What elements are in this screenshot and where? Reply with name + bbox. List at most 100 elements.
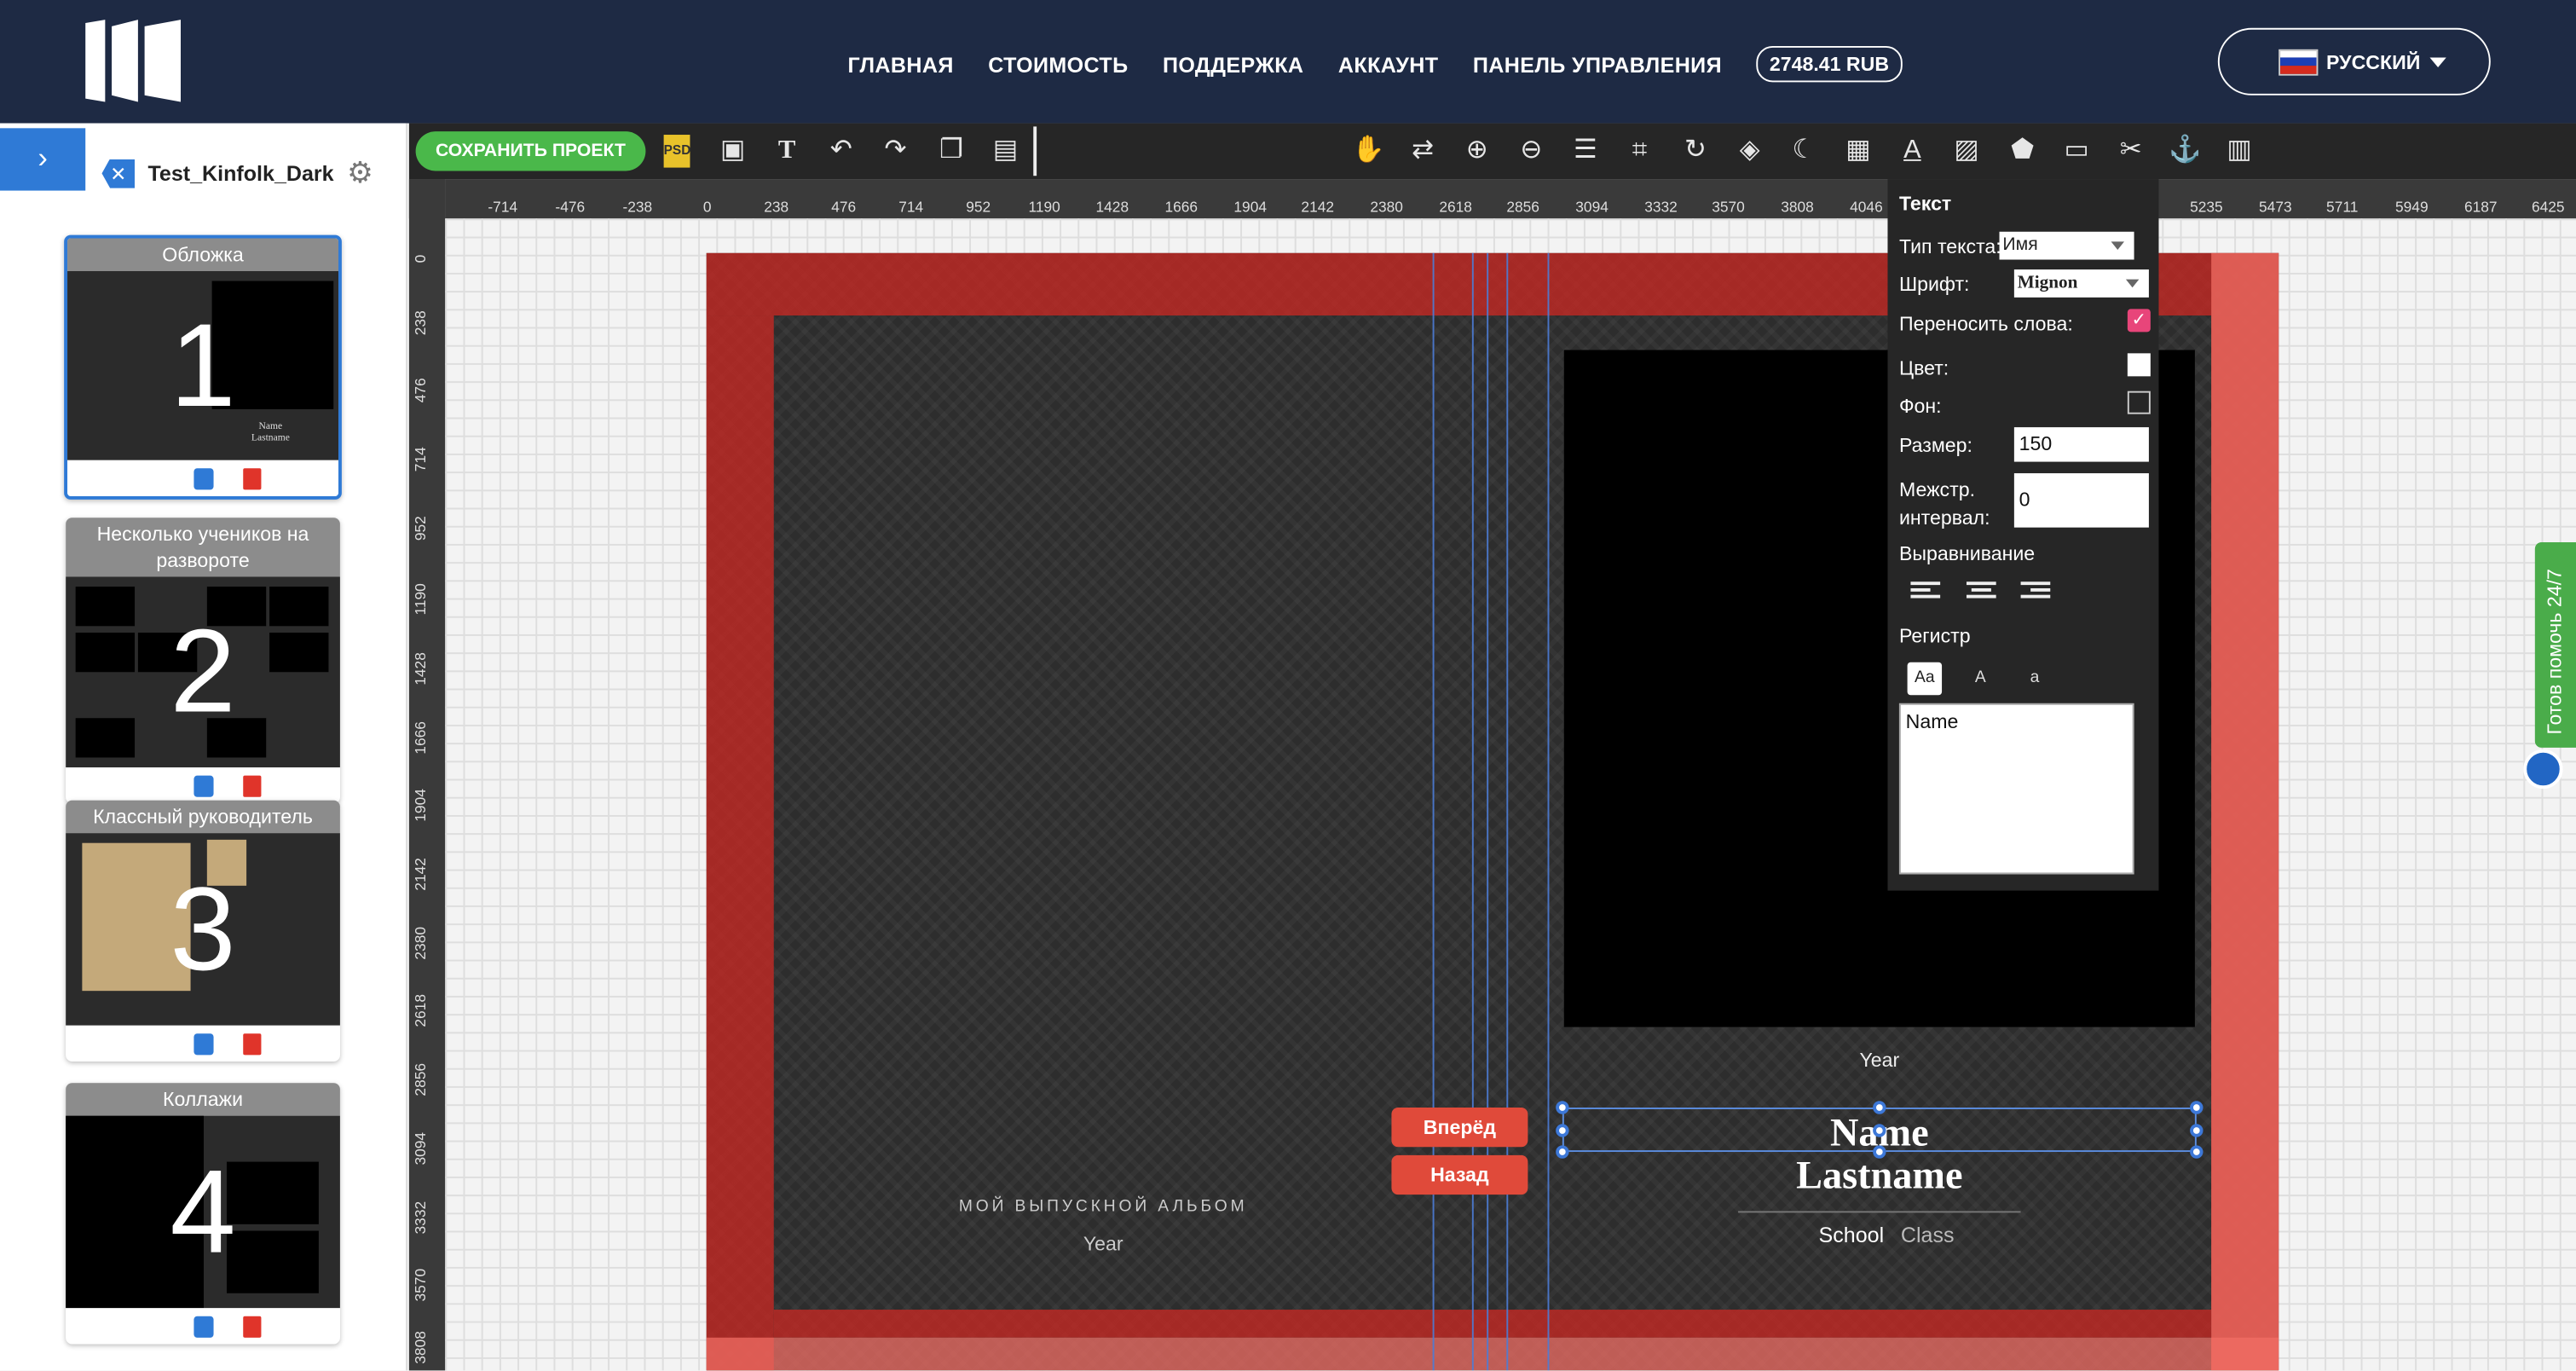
add-image-icon[interactable]: ▣ <box>716 135 749 168</box>
gear-icon[interactable]: ⚙ <box>347 156 373 190</box>
vertical-ruler[interactable]: 0 238 476 714 952 1190 1428 1666 1904 21… <box>408 179 446 1371</box>
text-type-select[interactable]: Имя <box>1999 231 2134 260</box>
resize-handle[interactable] <box>2190 1101 2203 1114</box>
nav-home[interactable]: ГЛАВНАЯ <box>847 52 953 77</box>
align-right-icon[interactable] <box>2020 581 2051 605</box>
copy-icon[interactable] <box>193 1315 214 1337</box>
layout-icon[interactable]: ▥ <box>2223 135 2256 168</box>
trash-icon[interactable] <box>243 1033 262 1055</box>
size-label: Размер: <box>1898 433 1972 457</box>
thumb-name: Name Lastname <box>251 422 290 444</box>
font-select[interactable]: Mignon <box>2013 269 2149 298</box>
size-input[interactable]: 150 <box>2013 427 2149 462</box>
guide-line[interactable] <box>1506 252 1509 1371</box>
bring-forward-button[interactable]: Вперёд <box>1391 1108 1528 1148</box>
moon-icon[interactable]: ☾ <box>1788 135 1821 168</box>
trash-icon[interactable] <box>243 467 262 489</box>
logo[interactable] <box>82 16 183 105</box>
case-lower-button[interactable]: a <box>2018 662 2052 696</box>
year-text-left[interactable]: Year <box>707 1232 1500 1255</box>
line-spacing-input[interactable]: 0 <box>2013 473 2149 528</box>
paste-icon[interactable]: ▤ <box>989 135 1022 168</box>
text-color-icon[interactable]: A <box>1896 135 1929 168</box>
pentagon-icon[interactable]: ⬟ <box>2006 135 2039 168</box>
language-select[interactable]: РУССКИЙ <box>2217 27 2491 95</box>
save-project-button[interactable]: СОХРАНИТЬ ПРОЕКТ <box>415 131 646 171</box>
spread-number: 3 <box>170 863 236 995</box>
undo-icon[interactable]: ↶ <box>825 135 858 168</box>
sidebar-toggle-button[interactable]: › <box>0 128 86 191</box>
copy-icon[interactable] <box>193 467 214 489</box>
class-text[interactable]: Class <box>1901 1223 1955 1247</box>
horizontal-ruler[interactable]: -714 -476 -238 0 238 476 714 952 1190 14… <box>445 179 2576 219</box>
layers-icon[interactable]: ◈ <box>1733 135 1766 168</box>
anchor-icon[interactable]: ⚓ <box>2169 135 2202 168</box>
toolbar-divider <box>1033 126 1037 176</box>
case-upper-button[interactable]: A <box>1963 662 1997 696</box>
frame-icon[interactable]: ▭ <box>2060 135 2094 168</box>
align-left-icon[interactable] <box>1910 581 1941 605</box>
word-wrap-checkbox[interactable]: ✓ <box>2127 309 2151 333</box>
school-text[interactable]: School <box>1819 1223 1885 1247</box>
spread-card-4[interactable]: Коллажи 4 <box>66 1083 340 1345</box>
close-project-icon[interactable]: ✕ <box>101 158 136 188</box>
balance-badge[interactable]: 2748.41 RUB <box>1756 45 1903 83</box>
copy-icon[interactable]: ❐ <box>935 135 968 168</box>
psd-icon[interactable]: PSD <box>663 135 690 168</box>
resize-handle[interactable] <box>1556 1145 1569 1159</box>
text-content-textarea[interactable]: Name <box>1898 703 2134 875</box>
spread-title: Обложка <box>67 238 339 272</box>
main-nav: ГЛАВНАЯ СТОИМОСТЬ ПОДДЕРЖКА АККАУНТ ПАНЕ… <box>847 45 1903 83</box>
help-widget-tab[interactable]: Готов помочь 24/7 <box>2534 542 2576 748</box>
image-icon[interactable]: ▨ <box>1950 135 1984 168</box>
canvas-workspace[interactable]: Year Name Lastname School Class МОЙ ВЫПУ… <box>445 218 2576 1371</box>
case-normal-button[interactable]: Aa <box>1907 662 1943 696</box>
resize-handle[interactable] <box>2190 1124 2203 1137</box>
nav-support[interactable]: ПОДДЕРЖКА <box>1163 52 1303 77</box>
spread-card-1[interactable]: Обложка Name Lastname 1 <box>64 234 342 500</box>
year-text-right[interactable]: Year <box>1564 1049 2195 1072</box>
resize-handle[interactable] <box>1873 1101 1886 1114</box>
send-backward-button[interactable]: Назад <box>1391 1154 1528 1195</box>
spread-thumbnail: 3 <box>66 833 340 1026</box>
trash-icon[interactable] <box>243 1315 262 1337</box>
resize-handle[interactable] <box>1556 1124 1569 1137</box>
case-label: Регистр <box>1898 624 1971 648</box>
spread-card-2[interactable]: Несколько учеников на развороте 2 <box>66 518 340 804</box>
copy-icon[interactable] <box>193 1033 214 1055</box>
color-swatch[interactable] <box>2127 353 2151 377</box>
zoom-out-icon[interactable]: ⊖ <box>1515 135 1548 168</box>
crop-icon[interactable]: ⌗ <box>1623 135 1656 168</box>
rotate-icon[interactable]: ↻ <box>1679 135 1713 168</box>
album-title-text[interactable]: МОЙ ВЫПУСКНОЙ АЛЬБОМ <box>707 1198 1500 1216</box>
nav-account[interactable]: АККАУНТ <box>1338 52 1439 77</box>
swap-icon[interactable]: ⇄ <box>1406 135 1440 168</box>
spread-actions <box>66 767 340 803</box>
nav-pricing[interactable]: СТОИМОСТЬ <box>988 52 1128 77</box>
resize-handle[interactable] <box>1873 1145 1886 1159</box>
chat-icon[interactable] <box>2523 749 2563 790</box>
hand-icon[interactable]: ✋ <box>1352 135 1385 168</box>
resize-handle[interactable] <box>2190 1145 2203 1159</box>
lastname-text[interactable]: Lastname <box>1564 1155 2195 1200</box>
add-text-icon[interactable]: T <box>771 135 804 168</box>
guide-line[interactable] <box>1547 252 1550 1371</box>
scissors-icon[interactable]: ✂ <box>2114 135 2147 168</box>
resize-handle[interactable] <box>1556 1101 1569 1114</box>
nav-dashboard[interactable]: ПАНЕЛЬ УПРАВЛЕНИЯ <box>1473 52 1722 77</box>
spread-thumbnail: 4 <box>66 1115 340 1309</box>
copy-icon[interactable] <box>193 774 214 796</box>
background-swatch[interactable] <box>2127 390 2151 414</box>
spread-card-3[interactable]: Классный руководитель 3 <box>66 800 340 1062</box>
zoom-in-icon[interactable]: ⊕ <box>1460 135 1493 168</box>
panel-title: Текст <box>1898 192 1952 216</box>
spread-number: 2 <box>170 606 236 738</box>
align-center-icon[interactable] <box>1966 581 1996 605</box>
grid-icon[interactable]: ▦ <box>1842 135 1875 168</box>
distribute-icon[interactable]: ☰ <box>1569 135 1603 168</box>
editor-toolbar: СОХРАНИТЬ ПРОЕКТ PSD ▣ T ↶ ↷ ❐ ▤ ✋ ⇄ ⊕ ⊖… <box>408 123 2576 180</box>
redo-icon[interactable]: ↷ <box>879 135 912 168</box>
background-label: Фон: <box>1898 394 1942 418</box>
trash-icon[interactable] <box>243 774 262 796</box>
rotate-handle[interactable] <box>1873 1124 1886 1137</box>
